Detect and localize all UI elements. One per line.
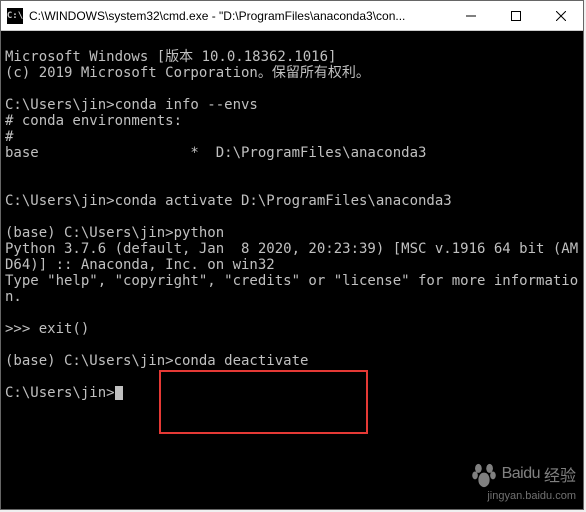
cmd-icon: C:\ — [7, 8, 23, 24]
terminal-line: Microsoft Windows [版本 10.0.18362.1016] — [5, 49, 336, 65]
terminal-line: C:\Users\jin>conda info --envs — [5, 97, 258, 113]
window-title: C:\WINDOWS\system32\cmd.exe - "D:\Progra… — [29, 9, 405, 23]
terminal-line: C:\Users\jin> — [5, 385, 115, 401]
terminal-line: # conda environments: — [5, 113, 182, 129]
terminal-line: Type "help", "copyright", "credits" or "… — [5, 273, 578, 305]
annotation-highlight-box: conda deactivate — [159, 370, 368, 434]
terminal-line: base * D:\ProgramFiles\anaconda3 — [5, 145, 426, 161]
title-left: C:\ C:\WINDOWS\system32\cmd.exe - "D:\Pr… — [1, 8, 405, 24]
terminal-line: (base) C:\Users\jin>python — [5, 225, 224, 241]
highlighted-command: conda deactivate — [174, 353, 309, 369]
terminal-line: (base) C:\Users\jin> — [5, 353, 174, 369]
cursor — [115, 386, 123, 400]
terminal-area[interactable]: Microsoft Windows [版本 10.0.18362.1016] (… — [1, 31, 583, 509]
terminal-line: Python 3.7.6 (default, Jan 8 2020, 20:23… — [5, 241, 578, 273]
close-button[interactable] — [538, 1, 583, 30]
title-bar[interactable]: C:\ C:\WINDOWS\system32\cmd.exe - "D:\Pr… — [1, 1, 583, 31]
cmd-window: C:\ C:\WINDOWS\system32\cmd.exe - "D:\Pr… — [0, 0, 584, 510]
minimize-button[interactable] — [448, 1, 493, 30]
terminal-line: >>> exit() — [5, 321, 89, 337]
terminal-line: (c) 2019 Microsoft Corporation。保留所有权利。 — [5, 65, 370, 81]
window-controls — [448, 1, 583, 30]
maximize-button[interactable] — [493, 1, 538, 30]
terminal-line: # — [5, 129, 13, 145]
terminal-line: C:\Users\jin>conda activate D:\ProgramFi… — [5, 193, 452, 209]
